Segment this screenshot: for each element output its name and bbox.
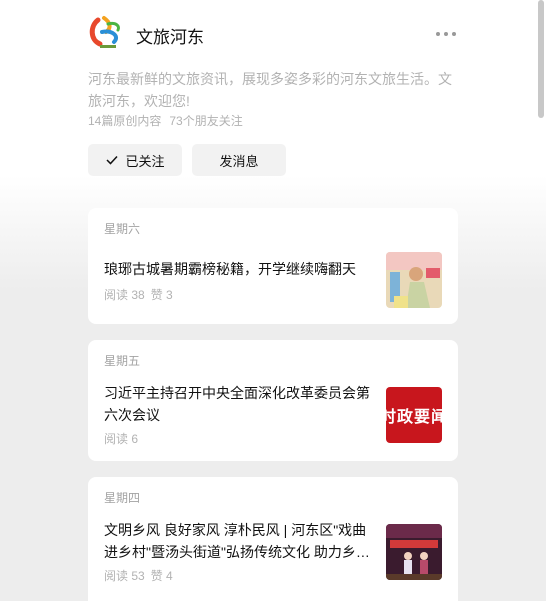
account-name: 文旅河东	[136, 28, 204, 47]
scrollbar[interactable]	[538, 0, 544, 118]
article-title[interactable]: 习近平主持召开中央全面深化改革委员会第六次会议	[104, 382, 374, 426]
profile-header: 文旅河东	[88, 14, 458, 54]
article-thumbnail-stage-icon[interactable]	[386, 524, 442, 580]
article-card[interactable]: 星期四 文明乡风 良好家风 淳朴民风 | 河东区"戏曲进乡村"暨汤头街道"弘扬传…	[88, 477, 458, 601]
article-card[interactable]: 星期六 琅琊古城暑期霸榜秘籍，开学继续嗨翻天 阅读 38 赞 3	[88, 208, 458, 324]
article-day: 星期六	[104, 222, 141, 236]
like-count: 赞 3	[150, 288, 173, 302]
article-card[interactable]: 星期五 习近平主持召开中央全面深化改革委员会第六次会议 阅读 6 时政要闻	[88, 340, 458, 461]
read-count: 阅读 38	[104, 288, 145, 302]
article-meta: 阅读 53 赞 4	[104, 567, 173, 584]
thumbnail-text: 时政要闻	[386, 409, 442, 426]
follower-count[interactable]: 73个朋友关注	[169, 112, 242, 129]
article-day: 星期五	[104, 354, 141, 368]
article-day: 星期四	[104, 491, 141, 505]
more-options-icon[interactable]	[436, 24, 456, 44]
action-buttons: 已关注 发消息	[88, 144, 286, 176]
check-icon	[106, 155, 119, 165]
article-thumbnail-festival-icon[interactable]	[386, 252, 442, 308]
account-description: 河东最新鲜的文旅资讯，展现多姿多彩的河东文旅生活。文旅河东，欢迎您!	[88, 71, 452, 109]
article-meta: 阅读 38 赞 3	[104, 286, 173, 303]
article-title[interactable]: 琅琊古城暑期霸榜秘籍，开学继续嗨翻天	[104, 258, 374, 280]
account-stats: 14篇原创内容 73个朋友关注	[88, 112, 243, 129]
article-thumbnail[interactable]: 时政要闻	[386, 387, 442, 443]
like-count: 赞 4	[150, 569, 173, 583]
article-meta: 阅读 6	[104, 430, 138, 447]
original-count: 14篇原创内容	[88, 114, 162, 128]
follow-button-label: 已关注	[125, 153, 165, 169]
article-title[interactable]: 文明乡风 良好家风 淳朴民风 | 河东区"戏曲进乡村"暨汤头街道"弘扬传统文化 …	[104, 519, 374, 563]
follow-button[interactable]: 已关注	[88, 144, 182, 176]
send-message-button[interactable]: 发消息	[192, 144, 286, 176]
read-count: 阅读 53	[104, 569, 145, 583]
read-count: 阅读 6	[104, 432, 139, 446]
send-message-label: 发消息	[219, 153, 259, 169]
account-logo-icon[interactable]	[88, 14, 126, 52]
